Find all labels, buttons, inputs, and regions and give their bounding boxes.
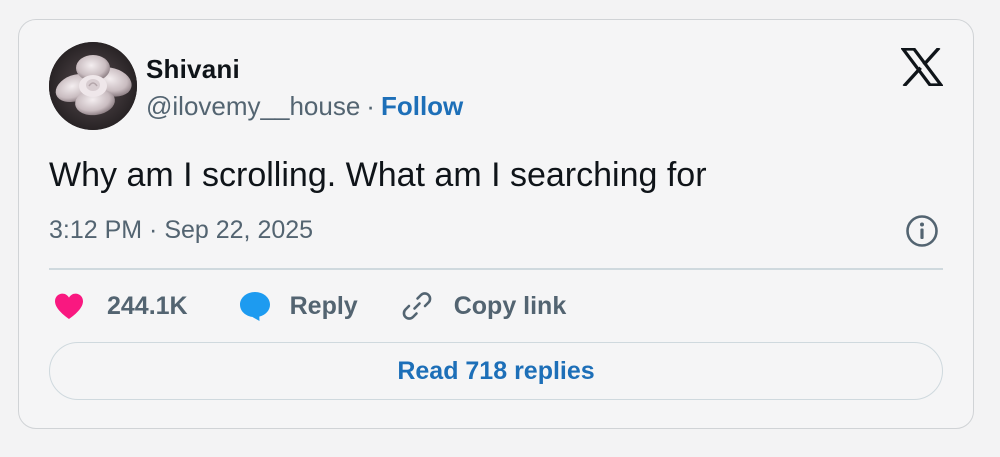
read-replies-label: Read 718 replies: [397, 356, 595, 385]
author-handle-row: @ilovemy__house · Follow: [146, 91, 463, 122]
heart-icon: [55, 293, 83, 319]
copy-link-button[interactable]: Copy link: [400, 289, 567, 323]
reply-button[interactable]: Reply: [238, 290, 358, 322]
tweet-card: Shivani @ilovemy__house · Follow Why am I …: [18, 19, 974, 429]
tweet-text: Why am I scrolling. What am I searching …: [49, 156, 707, 194]
tweet-actions: 244.1K Reply Copy link: [53, 286, 566, 326]
copy-link-label: Copy link: [453, 291, 567, 320]
link-icon: [402, 292, 432, 320]
author-name[interactable]: Shivani: [146, 54, 240, 85]
reply-bubble-icon: [239, 292, 270, 321]
read-replies-button[interactable]: Read 718 replies: [49, 342, 943, 400]
follow-button[interactable]: Follow: [381, 91, 463, 121]
avatar[interactable]: [49, 42, 137, 130]
like-button[interactable]: 244.1K: [53, 292, 188, 321]
reply-label: Reply: [289, 291, 358, 320]
x-logo-icon[interactable]: [899, 46, 945, 88]
handle-separator: ·: [366, 91, 375, 121]
divider: [49, 268, 943, 270]
info-icon[interactable]: [905, 214, 939, 248]
like-count: 244.1K: [107, 291, 188, 320]
flower-avatar-icon: [49, 42, 137, 130]
tweet-timestamp[interactable]: 3:12 PM · Sep 22, 2025: [49, 216, 313, 245]
author-handle[interactable]: @ilovemy__house: [146, 91, 360, 121]
